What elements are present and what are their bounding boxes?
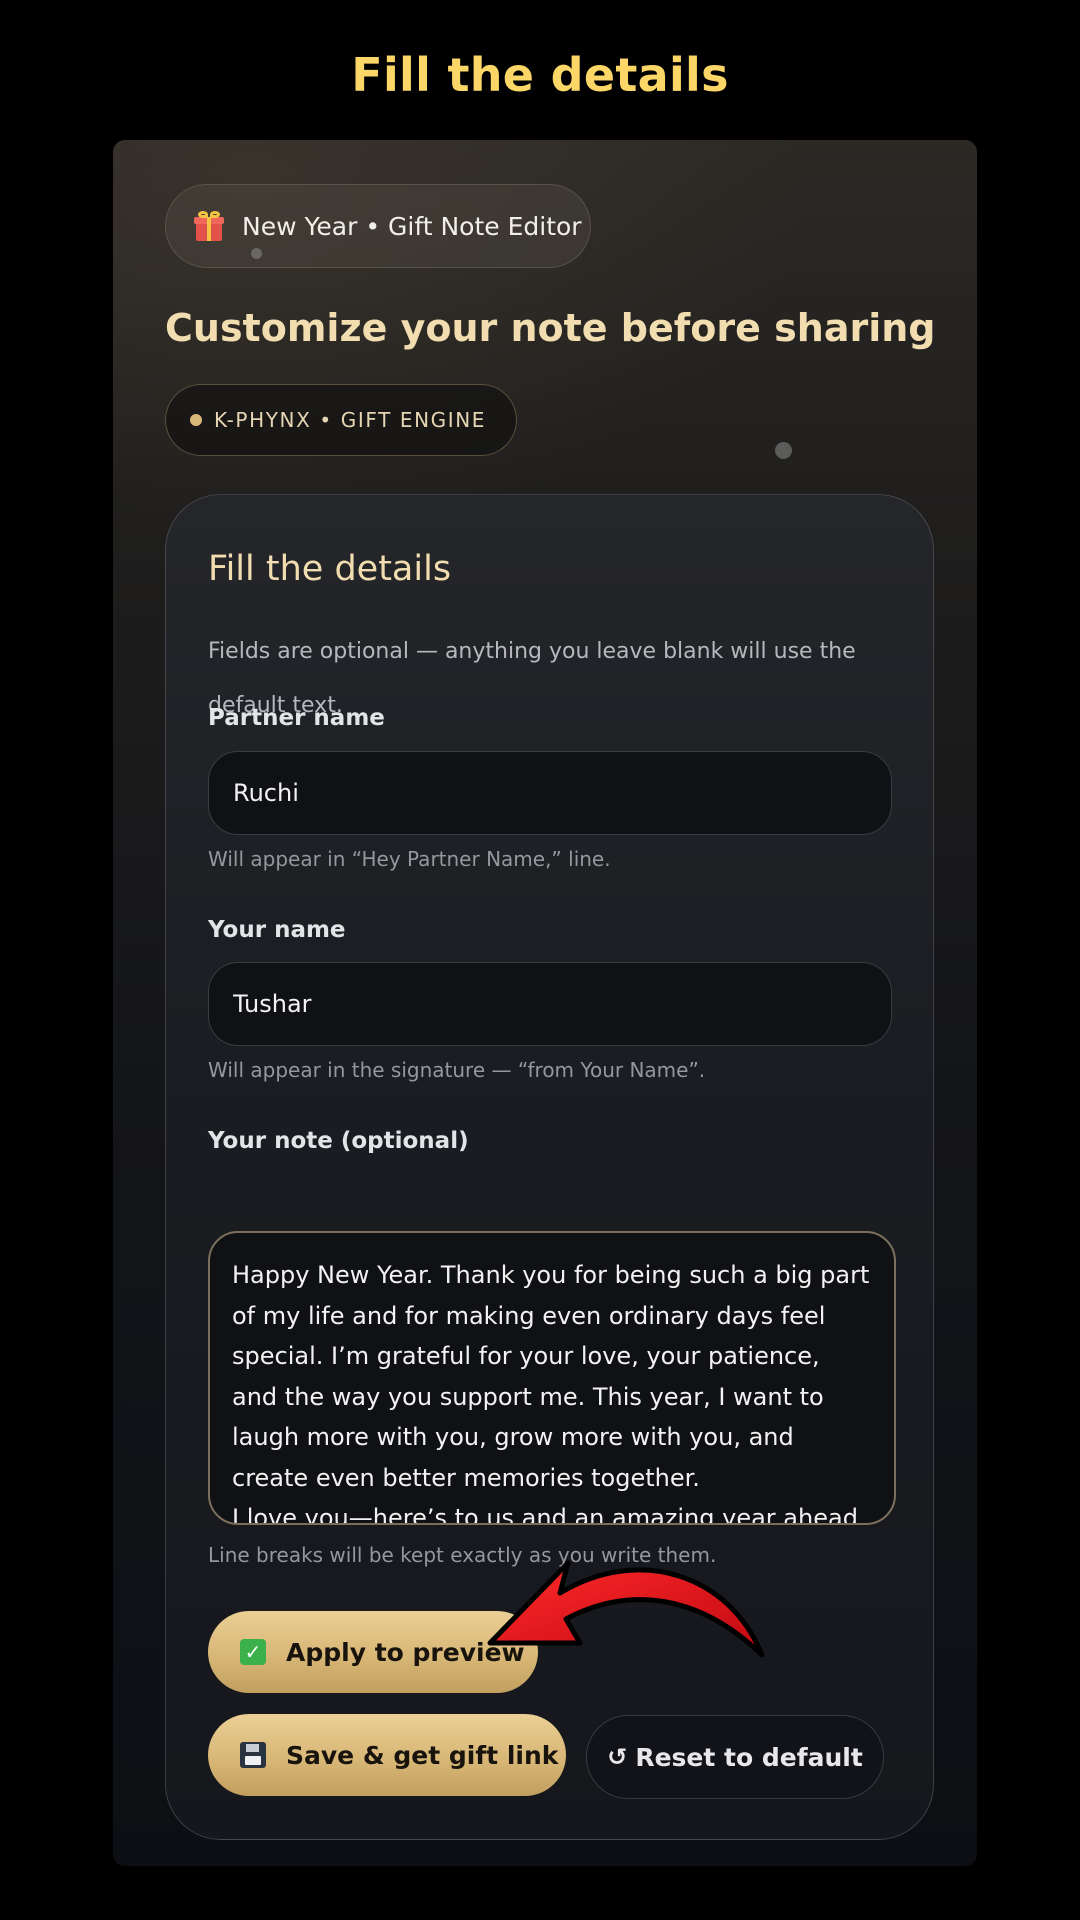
form-heading: Fill the details bbox=[208, 549, 452, 589]
note-textarea[interactable] bbox=[208, 1231, 896, 1525]
editor-badge: New Year • Gift Note Editor bbox=[165, 184, 591, 268]
reset-to-default-button[interactable]: ↺ Reset to default bbox=[586, 1715, 884, 1799]
your-name-hint: Will appear in the signature — “from You… bbox=[208, 1058, 706, 1082]
overlay-heading: Fill the details bbox=[351, 48, 729, 102]
page-title: Customize your note before sharing bbox=[165, 306, 936, 350]
decorative-dot bbox=[775, 442, 792, 459]
reset-button-label: Reset to default bbox=[635, 1742, 863, 1772]
save-gift-link-button[interactable]: Save & get gift link bbox=[208, 1714, 566, 1796]
check-icon: ✓ bbox=[240, 1639, 266, 1665]
annotation-arrow-icon bbox=[487, 1560, 765, 1658]
editor-badge-label: New Year • Gift Note Editor bbox=[242, 211, 582, 241]
your-name-label: Your name bbox=[208, 917, 346, 943]
your-name-input[interactable] bbox=[208, 962, 892, 1046]
partner-name-input[interactable] bbox=[208, 751, 892, 835]
save-button-label: Save & get gift link bbox=[286, 1740, 559, 1770]
status-dot-icon bbox=[190, 414, 202, 426]
floppy-icon bbox=[240, 1742, 266, 1768]
decorative-dot bbox=[251, 248, 262, 259]
engine-badge: K-PHYNX • GIFT ENGINE bbox=[165, 384, 517, 456]
note-label: Your note (optional) bbox=[208, 1128, 469, 1154]
gift-icon bbox=[194, 211, 224, 241]
engine-badge-label: K-PHYNX • GIFT ENGINE bbox=[214, 408, 487, 432]
reset-icon: ↺ bbox=[607, 1743, 628, 1771]
partner-name-hint: Will appear in “Hey Partner Name,” line. bbox=[208, 847, 611, 871]
partner-name-label: Partner name bbox=[208, 705, 385, 731]
